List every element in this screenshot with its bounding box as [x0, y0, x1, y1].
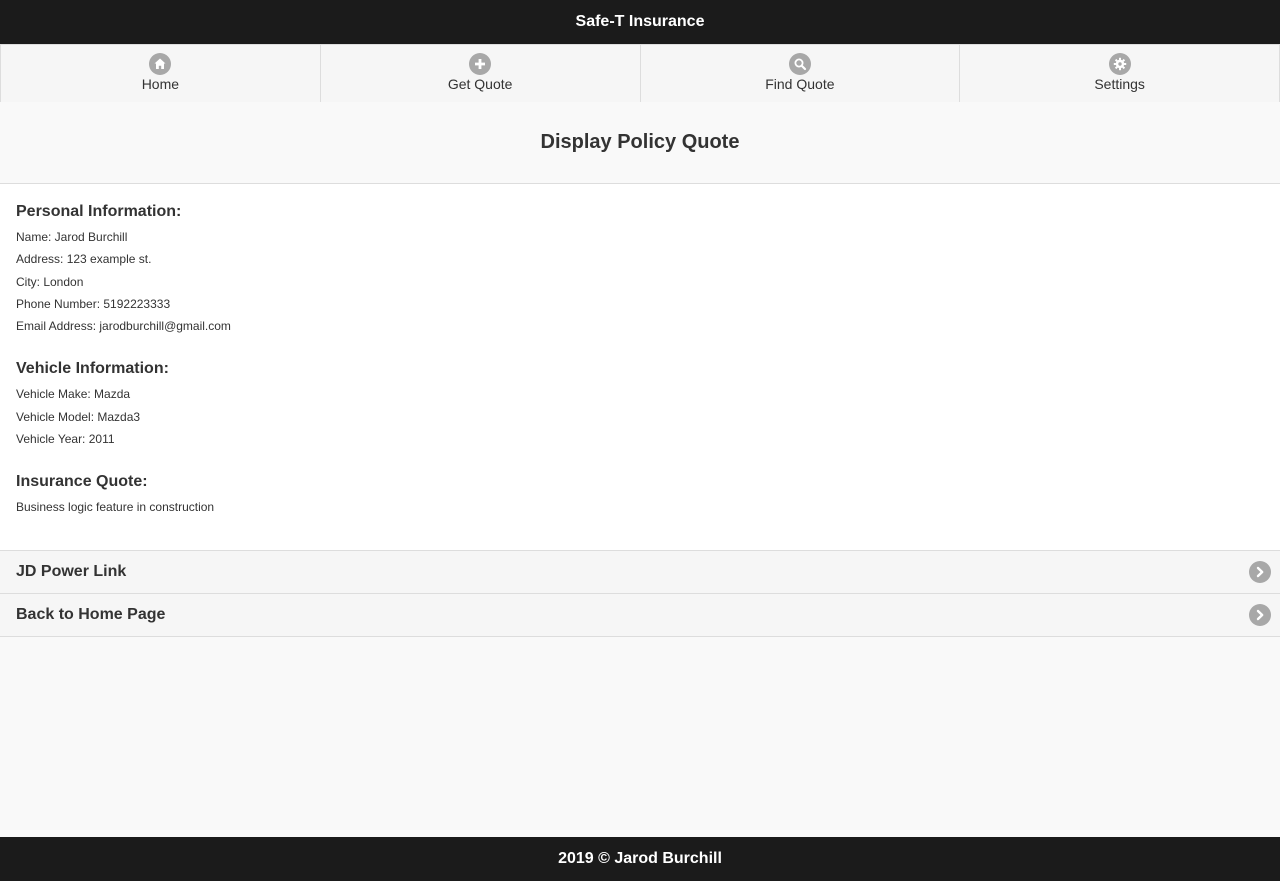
- back-to-home-link[interactable]: Back to Home Page: [0, 593, 1280, 637]
- page-title: Display Policy Quote: [540, 131, 740, 153]
- quote-content: Personal Information: Name: Jarod Burchi…: [0, 184, 1280, 550]
- nav-settings-button[interactable]: Settings: [960, 44, 1280, 102]
- personal-city: City: London: [16, 274, 84, 289]
- vehicle-info-heading: Vehicle Information:: [16, 360, 169, 378]
- insurance-quote-section: Insurance Quote: Business logic feature …: [16, 473, 1264, 518]
- app-header: Safe-T Insurance: [0, 0, 1280, 44]
- app-title: Safe-T Insurance: [575, 13, 705, 30]
- chevron-right-icon: [1249, 604, 1271, 626]
- search-icon: [788, 53, 811, 75]
- personal-address: Address: 123 example st.: [16, 252, 152, 267]
- personal-info-section: Personal Information: Name: Jarod Burchi…: [16, 203, 1264, 337]
- page-title-bar: Display Policy Quote: [0, 102, 1280, 184]
- back-to-home-link-label: Back to Home Page: [16, 606, 166, 623]
- nav-get-quote-label: Get Quote: [447, 76, 513, 92]
- home-icon: [149, 53, 172, 75]
- app-footer: 2019 © Jarod Burchill: [0, 837, 1280, 881]
- vehicle-info-section: Vehicle Information: Vehicle Make: Mazda…: [16, 360, 1264, 450]
- gear-icon: [1108, 53, 1131, 75]
- personal-info-heading: Personal Information:: [16, 203, 182, 220]
- insurance-quote-text: Business logic feature in construction: [16, 500, 215, 515]
- personal-name: Name: Jarod Burchill: [16, 230, 128, 244]
- nav-find-quote-button[interactable]: Find Quote: [640, 44, 961, 102]
- vehicle-year: Vehicle Year: 2011: [16, 432, 115, 447]
- nav-get-quote-button[interactable]: Get Quote: [320, 44, 641, 102]
- navbar: Home Get Quote Find Quote Settings: [0, 44, 1280, 102]
- jd-power-link-label: JD Power Link: [16, 563, 127, 580]
- chevron-right-icon: [1249, 561, 1271, 583]
- personal-email: Email Address: jarodburchill@gmail.com: [16, 319, 231, 334]
- page: Safe-T Insurance Home Get Quote Find Quo…: [0, 0, 1280, 881]
- nav-settings-label: Settings: [1094, 76, 1145, 92]
- plus-icon: [469, 53, 492, 75]
- personal-phone: Phone Number: 5192223333: [16, 296, 171, 311]
- vehicle-make: Vehicle Make: Mazda: [16, 387, 131, 402]
- jd-power-link[interactable]: JD Power Link: [0, 550, 1280, 593]
- vehicle-model: Vehicle Model: Mazda3: [16, 409, 141, 424]
- nav-home-label: Home: [141, 76, 180, 92]
- footer-text: 2019 © Jarod Burchill: [558, 850, 722, 867]
- insurance-quote-heading: Insurance Quote:: [16, 473, 148, 491]
- nav-find-quote-label: Find Quote: [765, 76, 835, 92]
- nav-home-button[interactable]: Home: [0, 44, 321, 102]
